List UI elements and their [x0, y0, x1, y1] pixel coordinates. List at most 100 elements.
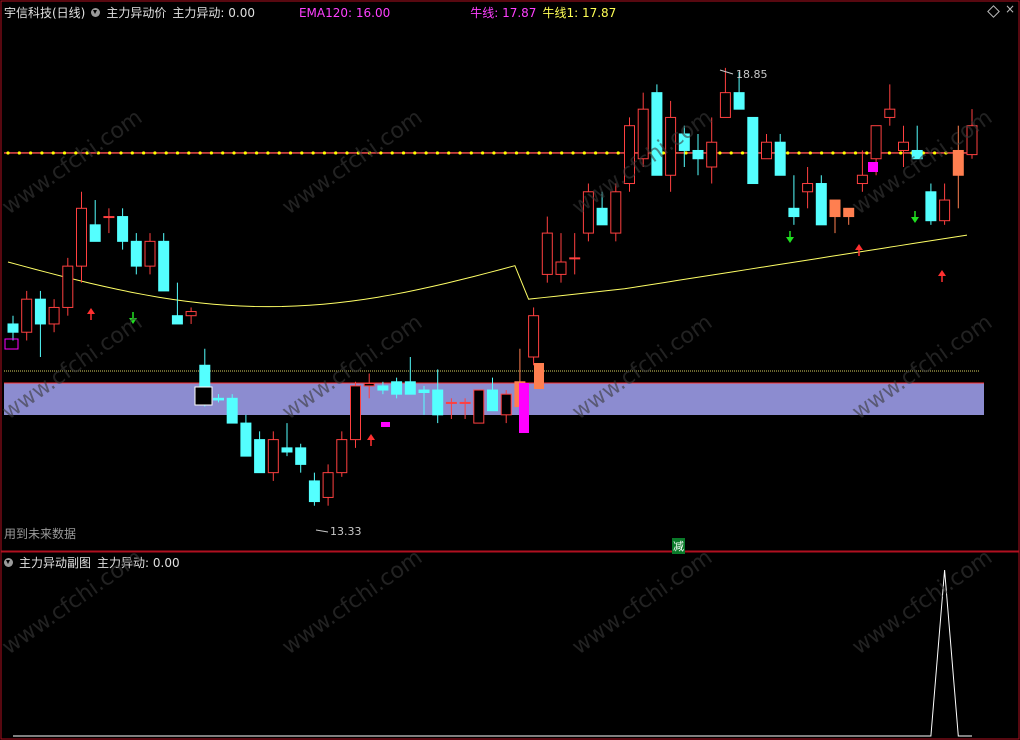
niu-line-dot	[17, 151, 21, 155]
candle-body	[418, 389, 430, 394]
orange-signal-bar	[534, 363, 544, 389]
candle-body	[281, 447, 293, 453]
candle-body	[774, 141, 786, 176]
niu-line-dot	[300, 151, 304, 155]
niu-line-dot	[887, 151, 892, 155]
candle-body	[34, 298, 46, 325]
niu-line-dot	[899, 151, 903, 155]
sub-header: 主力异动副图 主力异动: 0.00	[4, 554, 180, 571]
niu-line-dot	[797, 151, 801, 155]
candle-body	[89, 224, 101, 242]
niu-line-dot	[424, 151, 428, 155]
candle-body	[733, 92, 745, 110]
candle-body	[555, 261, 567, 275]
niu-line-dot	[594, 151, 598, 155]
candle-body	[596, 207, 608, 226]
candle-body	[226, 397, 238, 424]
niu-line-dot	[560, 151, 564, 155]
niu-line-dot	[526, 151, 530, 155]
niu-line-dot	[853, 151, 858, 155]
niu-line-dot	[605, 151, 609, 155]
main-panel-border	[0, 0, 1020, 552]
niu-line-dot	[481, 151, 485, 155]
low-pointer	[315, 529, 329, 533]
niu-line-dot	[322, 151, 326, 155]
candle-body	[171, 315, 183, 325]
square-marker	[194, 386, 213, 406]
niu-line-dot	[311, 151, 315, 155]
magenta-signal-bar	[519, 383, 529, 433]
dropdown-icon[interactable]	[4, 558, 13, 567]
niu-line-dot	[831, 151, 835, 155]
niu-line-dot	[503, 151, 507, 155]
niu-line-dot	[537, 151, 541, 155]
niu-line-dot	[232, 151, 236, 155]
candle-body	[569, 257, 581, 260]
niu-line-dot	[492, 151, 496, 155]
candle-body	[939, 199, 951, 222]
niu-line-dot	[458, 151, 462, 155]
niu-line-dot	[175, 151, 180, 155]
candle-body	[336, 439, 348, 474]
niu-line-dot	[401, 151, 406, 155]
niu-line-dot	[243, 151, 247, 155]
high-annotation: 18.85	[736, 68, 768, 81]
candle-body	[350, 385, 361, 441]
niu-line-dot	[6, 151, 10, 155]
candle-body	[719, 92, 731, 118]
candle-body	[884, 108, 896, 118]
candle-body	[7, 323, 19, 333]
candle-body	[308, 480, 320, 503]
niu-line-dot	[209, 151, 213, 155]
candle-body	[295, 447, 307, 465]
sub-indicator-line	[13, 569, 972, 737]
niu-line-dot	[684, 151, 688, 155]
magenta-box-marker	[4, 338, 19, 350]
candle-body	[62, 265, 74, 308]
niu-line-dot	[277, 151, 281, 155]
candle-body	[254, 439, 266, 474]
magenta-square-marker	[868, 162, 878, 172]
niu-line-dot	[571, 151, 575, 155]
magenta-small-marker	[381, 422, 390, 427]
niu-line-dot	[51, 151, 55, 155]
candle-body	[815, 183, 827, 226]
niu-line-dot	[153, 151, 157, 155]
niu-line-dot	[198, 151, 202, 155]
niu-line-dot	[334, 151, 338, 155]
niu-line-dot	[288, 151, 293, 155]
candle-body	[117, 216, 129, 242]
niu-line-dot	[130, 151, 134, 155]
candle-body	[829, 199, 841, 218]
niu-line-dot	[808, 151, 812, 155]
niu-line-dot	[786, 151, 790, 155]
candle-body	[21, 298, 33, 333]
candle-body	[158, 240, 170, 292]
candle-body	[213, 397, 224, 401]
niu-line-dot	[255, 151, 259, 155]
niu-line-dot	[582, 151, 586, 155]
niu-line-dot	[514, 151, 519, 155]
candle-body	[404, 381, 416, 395]
niu-line-dot	[142, 151, 146, 155]
niu-line-dot	[469, 151, 473, 155]
candle-body	[377, 385, 389, 391]
high-pointer	[719, 69, 734, 75]
candle-body	[898, 141, 909, 151]
candle-body	[528, 315, 540, 358]
niu-line-dot	[718, 151, 722, 155]
candle-body	[322, 472, 334, 498]
candle-body	[761, 141, 772, 160]
candle-body	[130, 240, 142, 267]
sub-indicator-name[interactable]: 主力异动副图	[19, 554, 91, 571]
niu-line-dot	[729, 151, 733, 155]
niu-line-dot	[119, 151, 123, 155]
candle-body	[267, 439, 279, 474]
candle-body	[144, 240, 156, 267]
candle-body	[541, 232, 553, 275]
niu-line-dot	[40, 151, 44, 155]
niu-line-dot	[266, 151, 270, 155]
candle-body	[240, 422, 252, 457]
niu-line-dot	[390, 151, 394, 155]
candle-body	[391, 381, 403, 395]
